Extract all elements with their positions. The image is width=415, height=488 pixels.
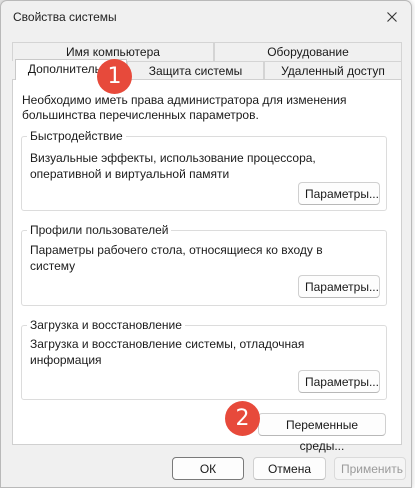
tab-system-protection[interactable]: Защита системы	[127, 61, 264, 80]
ok-button[interactable]: ОК	[172, 457, 244, 480]
user-profiles-group: Профили пользователей Параметры рабочего…	[21, 223, 387, 306]
user-profiles-group-title: Профили пользователей	[27, 223, 172, 237]
title-bar: Свойства системы	[1, 1, 411, 33]
advanced-tab-panel: Необходимо иметь права администратора дл…	[12, 79, 402, 453]
close-button[interactable]	[381, 7, 403, 27]
performance-settings-button[interactable]: Параметры...	[298, 182, 380, 205]
performance-description: Визуальные эффекты, использование процес…	[30, 151, 316, 181]
user-profiles-description: Параметры рабочего стола, относящиеся ко…	[30, 243, 323, 273]
user-profiles-settings-button[interactable]: Параметры...	[298, 275, 380, 298]
startup-recovery-description: Загрузка и восстановление системы, отлад…	[30, 337, 305, 367]
environment-variables-button[interactable]: Переменные среды...	[258, 413, 386, 453]
apply-button[interactable]: Применить	[334, 457, 406, 480]
admin-notice: Необходимо иметь права администратора дл…	[22, 93, 347, 122]
tab-hardware[interactable]: Оборудование	[214, 42, 402, 61]
cancel-button[interactable]: Отмена	[253, 457, 326, 480]
performance-group: Быстродействие Визуальные эффекты, испол…	[21, 129, 387, 211]
step-badge-2: 2	[225, 401, 260, 436]
startup-recovery-settings-button[interactable]: Параметры...	[298, 370, 380, 393]
performance-group-title: Быстродействие	[27, 129, 126, 143]
close-icon	[387, 12, 397, 22]
system-properties-dialog: Свойства системы Имя компьютера Оборудов…	[0, 0, 412, 488]
tab-remote[interactable]: Удаленный доступ	[264, 61, 402, 80]
step-badge-1: 1	[97, 59, 132, 94]
startup-recovery-group: Загрузка и восстановление Загрузка и вос…	[21, 318, 387, 400]
startup-recovery-group-title: Загрузка и восстановление	[27, 318, 185, 332]
window-title: Свойства системы	[13, 10, 117, 24]
